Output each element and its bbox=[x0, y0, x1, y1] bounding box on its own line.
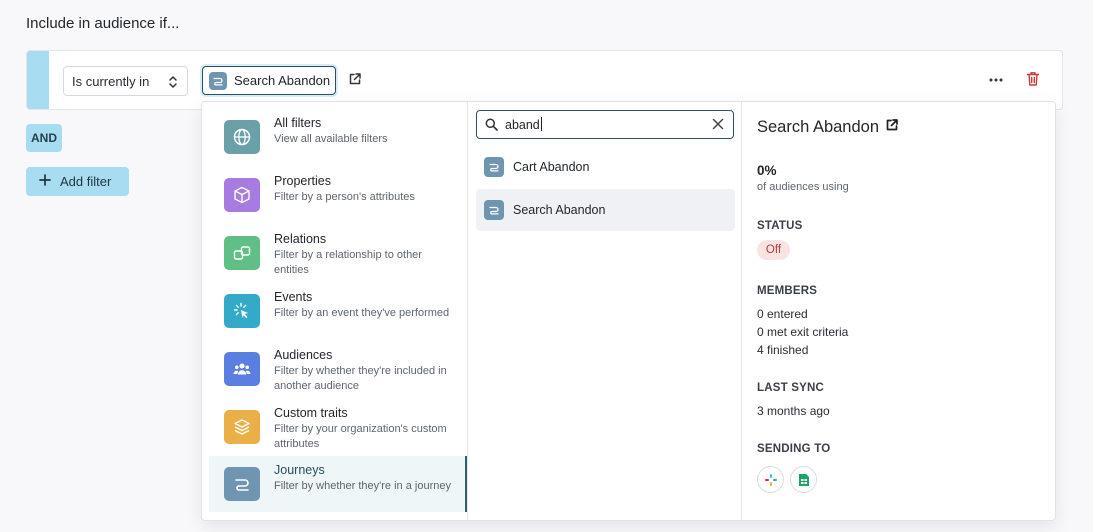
globe-icon bbox=[224, 120, 260, 154]
category-description: View all available filters bbox=[274, 133, 388, 145]
and-operator-badge[interactable]: AND bbox=[26, 124, 62, 152]
result-item-search-abandon[interactable]: Search Abandon bbox=[476, 189, 735, 231]
clear-search-icon[interactable] bbox=[712, 118, 724, 133]
external-link-icon[interactable] bbox=[348, 72, 362, 89]
category-title: Custom traits bbox=[274, 406, 348, 420]
filter-category-list: All filters View all available filters P… bbox=[202, 102, 468, 520]
selected-journey-label: Search Abandon bbox=[234, 73, 331, 88]
people-icon bbox=[224, 352, 260, 386]
journey-icon bbox=[209, 71, 227, 90]
members-entered: 0 entered bbox=[757, 307, 808, 321]
category-description: Filter by your organization's custom att… bbox=[274, 423, 447, 450]
journey-search-input[interactable]: aband bbox=[476, 110, 734, 139]
status-label: STATUS bbox=[757, 220, 803, 232]
journey-details-panel: Search Abandon 0% of audiences using STA… bbox=[743, 102, 1055, 520]
relations-icon bbox=[224, 236, 260, 270]
slack-icon[interactable] bbox=[757, 466, 784, 493]
plus-icon bbox=[39, 174, 51, 189]
result-item-cart-abandon[interactable]: Cart Abandon bbox=[476, 146, 735, 188]
last-sync-value: 3 months ago bbox=[757, 404, 830, 418]
result-label: Search Abandon bbox=[513, 203, 606, 217]
members-finished: 4 finished bbox=[757, 343, 809, 357]
search-results-column: aband Cart Abandon Search Abandon bbox=[468, 102, 742, 520]
category-description: Filter by whether they're in a journey bbox=[274, 480, 451, 492]
add-filter-button[interactable]: Add filter bbox=[26, 167, 129, 196]
condition-select[interactable]: Is currently in bbox=[63, 66, 188, 96]
condition-select-value: Is currently in bbox=[72, 73, 150, 89]
delete-trash-icon[interactable] bbox=[1026, 71, 1040, 90]
category-title: Properties bbox=[274, 174, 331, 188]
audiences-using-percent: 0% bbox=[757, 163, 777, 178]
members-exit-criteria: 0 met exit criteria bbox=[757, 325, 849, 339]
search-icon bbox=[485, 118, 498, 134]
layers-icon bbox=[224, 410, 260, 444]
cube-icon bbox=[224, 178, 260, 212]
journey-icon bbox=[224, 467, 260, 501]
journey-icon bbox=[484, 200, 504, 220]
result-label: Cart Abandon bbox=[513, 160, 590, 174]
more-options-icon[interactable] bbox=[988, 72, 1004, 91]
category-description: Filter by an event they've performed bbox=[274, 307, 450, 319]
external-link-icon[interactable] bbox=[885, 118, 899, 137]
category-title: All filters bbox=[274, 116, 322, 130]
category-title: Audiences bbox=[274, 348, 333, 362]
page-heading: Include in audience if... bbox=[26, 15, 180, 32]
sending-to-label: SENDING TO bbox=[757, 443, 831, 455]
category-journeys[interactable]: Journeys Filter by whether they're in a … bbox=[209, 456, 467, 512]
category-description: Filter by a relationship to other entiti… bbox=[274, 249, 422, 276]
add-filter-label: Add filter bbox=[60, 174, 112, 189]
category-description: Filter by whether they're included in an… bbox=[274, 365, 447, 392]
category-audiences[interactable]: Audiences Filter by whether they're incl… bbox=[209, 341, 467, 397]
details-title-text: Search Abandon bbox=[757, 118, 880, 136]
category-all-filters[interactable]: All filters View all available filters bbox=[209, 109, 467, 165]
journey-icon bbox=[484, 157, 504, 177]
selected-journey-chip[interactable]: Search Abandon bbox=[202, 66, 336, 95]
category-events[interactable]: Events Filter by an event they've perfor… bbox=[209, 283, 467, 339]
category-description: Filter by a person's attributes bbox=[274, 191, 415, 203]
rule-accent-bar bbox=[27, 51, 49, 109]
up-down-chevron-icon bbox=[168, 74, 178, 93]
audiences-using-caption: of audiences using bbox=[757, 181, 849, 193]
category-title: Events bbox=[274, 290, 313, 304]
google-sheets-icon[interactable] bbox=[790, 466, 817, 493]
status-badge: Off bbox=[757, 240, 790, 260]
category-custom-traits[interactable]: Custom traits Filter by your organizatio… bbox=[209, 399, 467, 455]
members-label: MEMBERS bbox=[757, 285, 818, 297]
category-relations[interactable]: Relations Filter by a relationship to ot… bbox=[209, 225, 467, 281]
last-sync-label: LAST SYNC bbox=[757, 382, 824, 394]
category-properties[interactable]: Properties Filter by a person's attribut… bbox=[209, 167, 467, 223]
cursor-click-icon bbox=[224, 294, 260, 328]
filter-picker-dropdown: All filters View all available filters P… bbox=[201, 101, 1056, 521]
details-title: Search Abandon bbox=[757, 118, 899, 137]
search-input-value: aband bbox=[505, 118, 540, 132]
category-title: Relations bbox=[274, 232, 327, 246]
category-title: Journeys bbox=[274, 463, 325, 477]
